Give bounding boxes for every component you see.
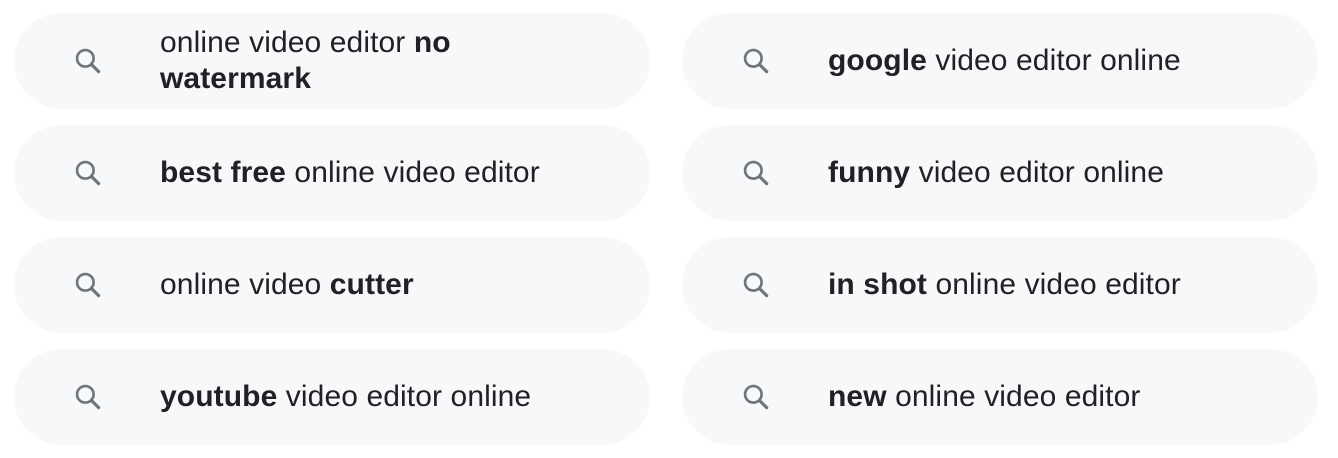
suggestion-text: google video editor online [828, 44, 1181, 77]
search-icon [72, 45, 104, 77]
search-icon [72, 157, 104, 189]
suggestion-text: new online video editor [828, 380, 1141, 413]
related-search-chip[interactable]: funny video editor online [682, 125, 1318, 221]
related-search-chip[interactable]: online video editor no watermark [14, 13, 650, 109]
related-search-chip[interactable]: best free online video editor [14, 125, 650, 221]
suggestion-text: online video editor no watermark [160, 26, 451, 95]
search-icon [72, 381, 104, 413]
suggestion-text: in shot online video editor [828, 268, 1181, 301]
search-icon [740, 269, 772, 301]
suggestion-text: best free online video editor [160, 156, 540, 189]
related-search-chip[interactable]: online video cutter [14, 237, 650, 333]
search-icon [740, 381, 772, 413]
related-search-chip[interactable]: in shot online video editor [682, 237, 1318, 333]
related-search-chip[interactable]: new online video editor [682, 349, 1318, 445]
suggestion-text: funny video editor online [828, 156, 1164, 189]
search-icon [740, 45, 772, 77]
related-search-chip[interactable]: google video editor online [682, 13, 1318, 109]
suggestion-text: online video cutter [160, 268, 414, 301]
search-icon [72, 269, 104, 301]
related-searches-grid: online video editor no watermark google … [14, 13, 1318, 445]
suggestion-text: youtube video editor online [160, 380, 532, 413]
related-search-chip[interactable]: youtube video editor online [14, 349, 650, 445]
search-icon [740, 157, 772, 189]
